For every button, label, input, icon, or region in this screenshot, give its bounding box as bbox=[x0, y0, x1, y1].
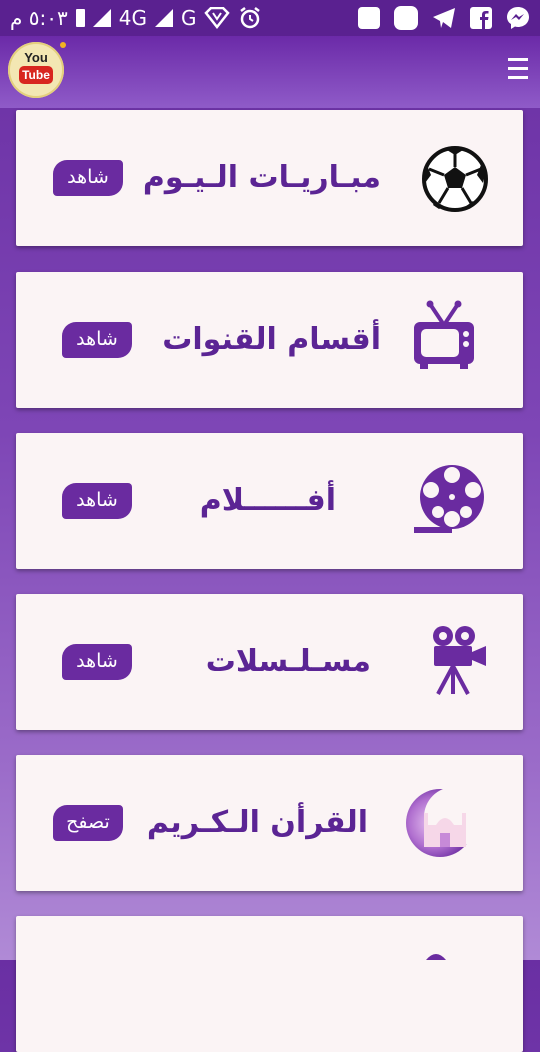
status-bar: ٥:٠٣ م 4G G bbox=[0, 0, 540, 36]
app-header: You Tube bbox=[0, 36, 540, 108]
film-reel-icon bbox=[414, 465, 484, 533]
card-series[interactable]: مسـلـسلات شاهد bbox=[16, 594, 523, 730]
browse-button[interactable]: تصفح bbox=[53, 805, 123, 841]
facebook-icon bbox=[470, 7, 492, 29]
watch-button[interactable]: شاهد bbox=[62, 322, 132, 358]
card-holy-quran[interactable]: القرأن الـكـريم تصفح bbox=[16, 755, 523, 891]
card-channel-sections[interactable]: أقسام القنوات شاهد bbox=[16, 272, 523, 408]
tv-icon bbox=[414, 300, 474, 369]
watch-button[interactable]: شاهد bbox=[62, 644, 132, 680]
network-type-g: G bbox=[180, 6, 197, 30]
network-type-4g: 4G bbox=[118, 6, 147, 30]
partial-icon bbox=[426, 954, 446, 960]
status-left: ٥:٠٣ م 4G G bbox=[10, 6, 262, 30]
card-next-partial[interactable] bbox=[16, 916, 523, 1052]
card-title: مبـاريـات الـيـوم bbox=[142, 160, 381, 195]
movie-camera-icon bbox=[433, 626, 486, 695]
youtube-logo[interactable]: You Tube bbox=[8, 42, 66, 98]
watch-button[interactable]: شاهد bbox=[53, 160, 123, 196]
mosque-moon-icon bbox=[406, 787, 484, 857]
logo-text-you: You bbox=[24, 50, 48, 65]
messenger-icon bbox=[507, 7, 529, 29]
signal-icon bbox=[92, 9, 111, 27]
image-notification-icon bbox=[358, 7, 380, 29]
card-title: القرأن الـكـريم bbox=[146, 805, 368, 840]
card-title: أقسام القنوات bbox=[162, 322, 381, 357]
status-right bbox=[358, 6, 530, 30]
watch-button[interactable]: شاهد bbox=[62, 483, 132, 519]
menu-button[interactable] bbox=[508, 58, 528, 82]
alarm-icon bbox=[240, 7, 261, 29]
signal-icon-2 bbox=[154, 9, 173, 27]
logo-dot bbox=[60, 42, 66, 48]
telegram-icon bbox=[433, 8, 455, 28]
menu-icon-line bbox=[508, 58, 528, 61]
clock-time: ٥:٠٣ م bbox=[10, 6, 68, 30]
card-todays-matches[interactable]: مبـاريـات الـيـوم شاهد bbox=[16, 110, 523, 246]
card-movies[interactable]: أفــــــلام شاهد bbox=[16, 433, 523, 569]
card-title: أفــــــلام bbox=[199, 483, 336, 518]
soccer-ball-icon bbox=[422, 146, 488, 212]
card-title: مسـلـسلات bbox=[205, 644, 371, 679]
battery-icon bbox=[75, 9, 85, 27]
app-notification-icon bbox=[394, 6, 418, 30]
logo-text-tube: Tube bbox=[19, 66, 53, 84]
vpn-icon bbox=[204, 7, 231, 29]
menu-icon-line bbox=[508, 67, 528, 70]
menu-icon-line bbox=[508, 76, 528, 79]
